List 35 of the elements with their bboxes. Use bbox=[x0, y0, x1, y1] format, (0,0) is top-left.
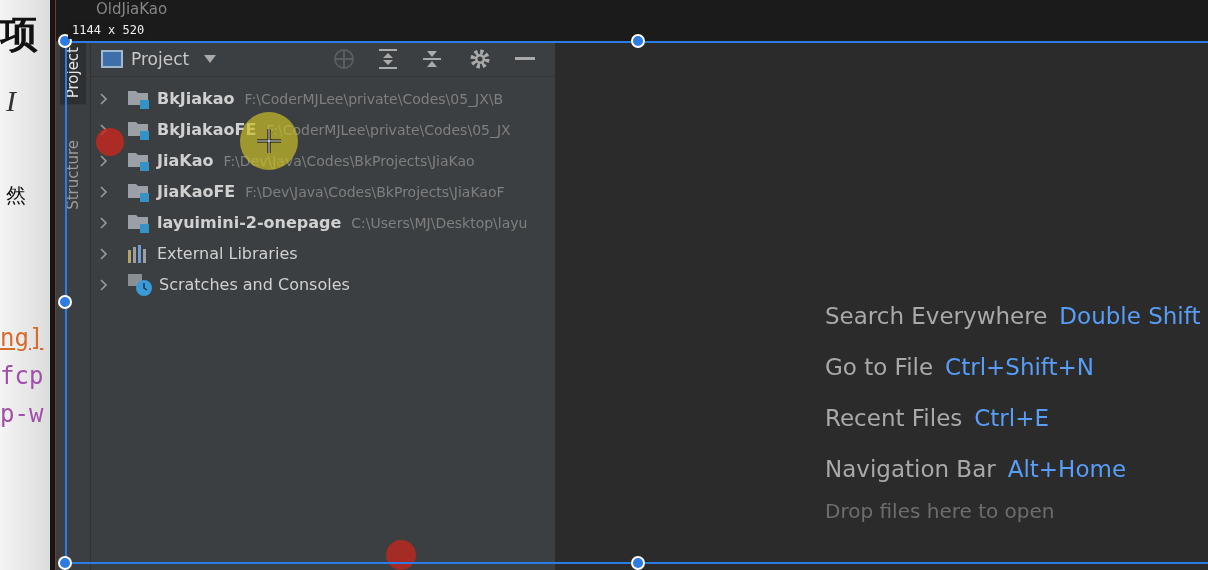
window-title: OldJiaKao bbox=[96, 1, 168, 18]
window-icon bbox=[101, 49, 123, 68]
shortcut-action: Recent Files bbox=[825, 405, 963, 431]
drop-hint: Drop files here to open bbox=[825, 499, 1056, 523]
chevron-icon[interactable] bbox=[99, 246, 109, 261]
code-line: fcp bbox=[0, 360, 45, 392]
shortcut-keys: Ctrl+E bbox=[974, 405, 1049, 431]
shortcut-action: Search Everywhere bbox=[825, 303, 1048, 329]
chevron-icon[interactable] bbox=[99, 91, 109, 106]
tree-item[interactable]: Scratches and Consoles bbox=[91, 269, 555, 300]
scratch-clock-icon bbox=[127, 272, 153, 297]
tree-item[interactable]: JiaKaoFE F:\Dev\Java\Codes\BkProjects\JiaKaoF bbox=[91, 176, 555, 207]
tree-item[interactable]: BkJiakao F:\CoderMJLee\private\Codes\05_JX\B bbox=[91, 83, 555, 114]
chevron-icon[interactable] bbox=[99, 215, 109, 230]
chevron-icon[interactable] bbox=[99, 153, 109, 168]
paragraph-text: 然 bbox=[6, 181, 27, 209]
code-line: ng] bbox=[0, 322, 45, 354]
minimize-icon[interactable] bbox=[515, 56, 535, 61]
shortcut-keys: Double Shift bbox=[1059, 303, 1201, 329]
shortcut-keys: Alt+Home bbox=[1007, 456, 1127, 482]
shortcut-keys: Ctrl+Shift+N bbox=[945, 354, 1095, 380]
shortcut-action: Navigation Bar bbox=[825, 456, 996, 482]
chevron-icon[interactable] bbox=[99, 277, 109, 292]
code-line: p-w bbox=[0, 398, 45, 430]
italic-button[interactable]: I bbox=[6, 83, 50, 118]
side-tab[interactable]: Structure bbox=[60, 134, 86, 217]
settings-icon[interactable] bbox=[469, 47, 491, 70]
selection-frame[interactable] bbox=[65, 41, 1208, 564]
shortcut-action: Go to File bbox=[825, 354, 934, 380]
tree-item[interactable]: External Libraries bbox=[91, 238, 555, 269]
panel-title[interactable]: Project bbox=[131, 48, 190, 69]
tree-item[interactable]: layuimini-2-onepage C:\Users\MJ\Desktop\layu bbox=[91, 207, 555, 238]
chevron-icon[interactable] bbox=[99, 184, 109, 199]
expand-all-icon[interactable] bbox=[377, 47, 399, 70]
dropdown-caret-icon[interactable] bbox=[203, 53, 218, 64]
